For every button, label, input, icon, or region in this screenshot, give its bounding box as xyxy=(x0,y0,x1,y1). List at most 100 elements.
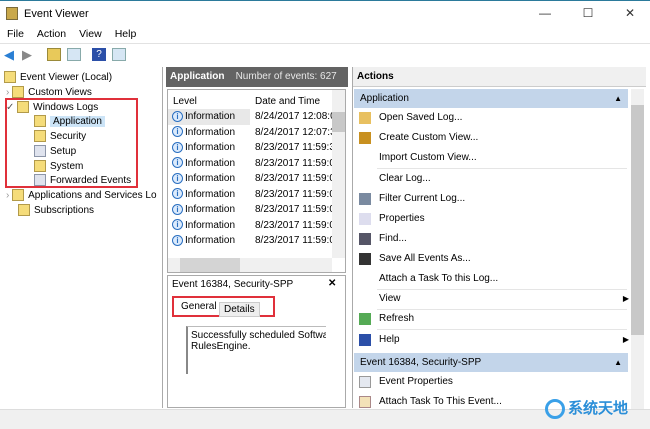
tree-apps-services[interactable]: › Applications and Services Lo xyxy=(6,188,157,203)
tab-general[interactable]: General xyxy=(177,300,221,313)
tree-log-security[interactable]: Security xyxy=(34,129,86,144)
folder-icon xyxy=(12,86,25,99)
window-title: Event Viewer xyxy=(24,8,89,20)
minimize-button[interactable]: — xyxy=(530,4,560,22)
information-icon: i xyxy=(172,188,183,200)
vertical-scrollbar[interactable] xyxy=(332,90,345,258)
tab-details[interactable]: Details xyxy=(219,302,260,317)
action-open-saved-log[interactable]: Open Saved Log... xyxy=(379,110,629,126)
column-level[interactable]: Level xyxy=(173,96,197,107)
event-description: Successfully scheduled Softwar RulesEngin… xyxy=(186,326,326,374)
events-pane: Application Number of events: 627 Level … xyxy=(166,67,348,408)
action-filter-current-log[interactable]: Filter Current Log... xyxy=(379,191,629,207)
collapse-icon: ▲ xyxy=(614,358,622,367)
event-row[interactable]: i Information 8/23/2017 11:59:0 xyxy=(172,218,335,234)
event-row[interactable]: i Information 8/23/2017 11:59:0 xyxy=(172,233,335,249)
actions-title: Actions xyxy=(353,67,646,87)
back-icon[interactable]: ◀ xyxy=(4,48,18,61)
information-icon: i xyxy=(172,141,183,153)
collapse-icon: ▲ xyxy=(614,94,622,103)
log-icon xyxy=(34,145,46,158)
help-icon[interactable]: ? xyxy=(92,48,106,61)
tree-log-application[interactable]: Application xyxy=(34,114,105,129)
folder-icon xyxy=(17,101,30,114)
console-tree: Event Viewer (Local) › Custom Views ✓ Wi… xyxy=(0,67,163,408)
event-detail-pane: Event 16384, Security-SPP ✕ General Deta… xyxy=(167,275,346,408)
folder-icon xyxy=(18,204,30,217)
action-clear-log[interactable]: Clear Log... xyxy=(379,171,629,187)
information-icon: i xyxy=(172,234,183,246)
forward-icon[interactable]: ▶ xyxy=(22,48,36,61)
information-icon: i xyxy=(172,126,183,138)
action-help[interactable]: Help ▶ xyxy=(379,332,629,348)
information-icon: i xyxy=(172,110,183,122)
event-row[interactable]: i Information 8/23/2017 11:59:0 xyxy=(172,187,335,203)
folder-icon xyxy=(12,189,25,202)
up-folder-icon[interactable] xyxy=(47,48,61,61)
refresh-icon xyxy=(359,313,371,325)
menu-file[interactable]: File xyxy=(0,25,30,40)
close-button[interactable]: ✕ xyxy=(615,4,645,22)
menu-action[interactable]: Action xyxy=(30,25,72,40)
action-event-properties[interactable]: Event Properties xyxy=(379,374,453,390)
events-list: Level Date and Time i Information 8/24/201… xyxy=(167,89,346,273)
action-import-custom-view[interactable]: Import Custom View... xyxy=(379,150,629,166)
tree-windows-logs[interactable]: ✓ Windows Logs xyxy=(6,100,98,115)
maximize-button[interactable]: ☐ xyxy=(573,4,603,22)
show-hide-action-pane-icon[interactable] xyxy=(112,48,126,61)
event-viewer-icon xyxy=(4,71,16,84)
section-event[interactable]: Event 16384, Security-SPP ▲ xyxy=(354,353,628,372)
information-icon: i xyxy=(172,157,183,169)
watermark-logo: 系统天地 xyxy=(545,397,628,419)
menu-bar: File Action View Help xyxy=(0,25,650,43)
action-attach-task-event[interactable]: Attach Task To This Event... xyxy=(379,394,502,410)
save-icon xyxy=(359,253,371,265)
open-folder-icon xyxy=(359,112,371,124)
action-find[interactable]: Find... xyxy=(379,231,629,247)
show-hide-tree-icon[interactable] xyxy=(67,48,81,61)
event-row[interactable]: i Information 8/23/2017 11:59:0 xyxy=(172,202,335,218)
event-properties-icon xyxy=(359,376,371,388)
event-row[interactable]: i Information 8/23/2017 11:59:0 xyxy=(172,171,335,187)
detail-close-button[interactable]: ✕ xyxy=(328,278,336,289)
information-icon: i xyxy=(172,219,183,231)
action-properties[interactable]: Properties xyxy=(379,211,629,227)
properties-icon xyxy=(359,213,371,225)
toolbar: ◀ ▶ ? xyxy=(0,43,650,65)
event-viewer-icon xyxy=(6,7,18,20)
information-icon: i xyxy=(172,203,183,215)
tree-log-setup[interactable]: Setup xyxy=(34,144,76,159)
log-icon xyxy=(34,160,46,173)
detail-title: Event 16384, Security-SPP xyxy=(172,279,294,290)
events-header: Application Number of events: 627 xyxy=(166,67,348,87)
tree-subscriptions[interactable]: Subscriptions xyxy=(18,203,94,218)
menu-view[interactable]: View xyxy=(72,25,108,40)
log-icon xyxy=(34,174,46,187)
attach-task-icon xyxy=(359,396,371,408)
column-date-time[interactable]: Date and Time xyxy=(255,96,320,107)
information-icon: i xyxy=(172,172,183,184)
create-view-icon xyxy=(359,132,371,144)
action-create-custom-view[interactable]: Create Custom View... xyxy=(379,130,629,146)
action-refresh[interactable]: Refresh xyxy=(379,311,629,327)
tree-log-forwarded[interactable]: Forwarded Events xyxy=(34,173,131,188)
actions-pane: Actions Application ▲ Open Saved Log... Cr… xyxy=(352,67,646,410)
log-icon xyxy=(34,130,46,143)
tree-root[interactable]: Event Viewer (Local) xyxy=(4,70,112,85)
action-view[interactable]: View ▶ xyxy=(379,291,629,307)
action-attach-a-task-to-this-log[interactable]: Attach a Task To this Log... xyxy=(379,271,629,287)
help-icon xyxy=(359,334,371,346)
tree-log-system[interactable]: System xyxy=(34,159,83,174)
actions-scrollbar[interactable] xyxy=(631,89,644,409)
menu-help[interactable]: Help xyxy=(108,25,143,40)
section-application[interactable]: Application ▲ xyxy=(354,89,628,108)
event-row[interactable]: i Information 8/23/2017 11:59:3 xyxy=(172,140,335,156)
horizontal-scrollbar[interactable] xyxy=(168,258,332,272)
filter-icon xyxy=(359,193,371,205)
event-row[interactable]: i Information 8/23/2017 11:59:0 xyxy=(172,156,335,172)
event-row[interactable]: i Information 8/24/2017 12:07:3 xyxy=(172,125,336,141)
event-row[interactable]: i Information 8/24/2017 12:08:0 xyxy=(172,109,336,125)
action-save-all-events-as[interactable]: Save All Events As... xyxy=(379,251,629,267)
submenu-arrow-icon: ▶ xyxy=(622,294,629,303)
submenu-arrow-icon: ▶ xyxy=(622,335,629,344)
